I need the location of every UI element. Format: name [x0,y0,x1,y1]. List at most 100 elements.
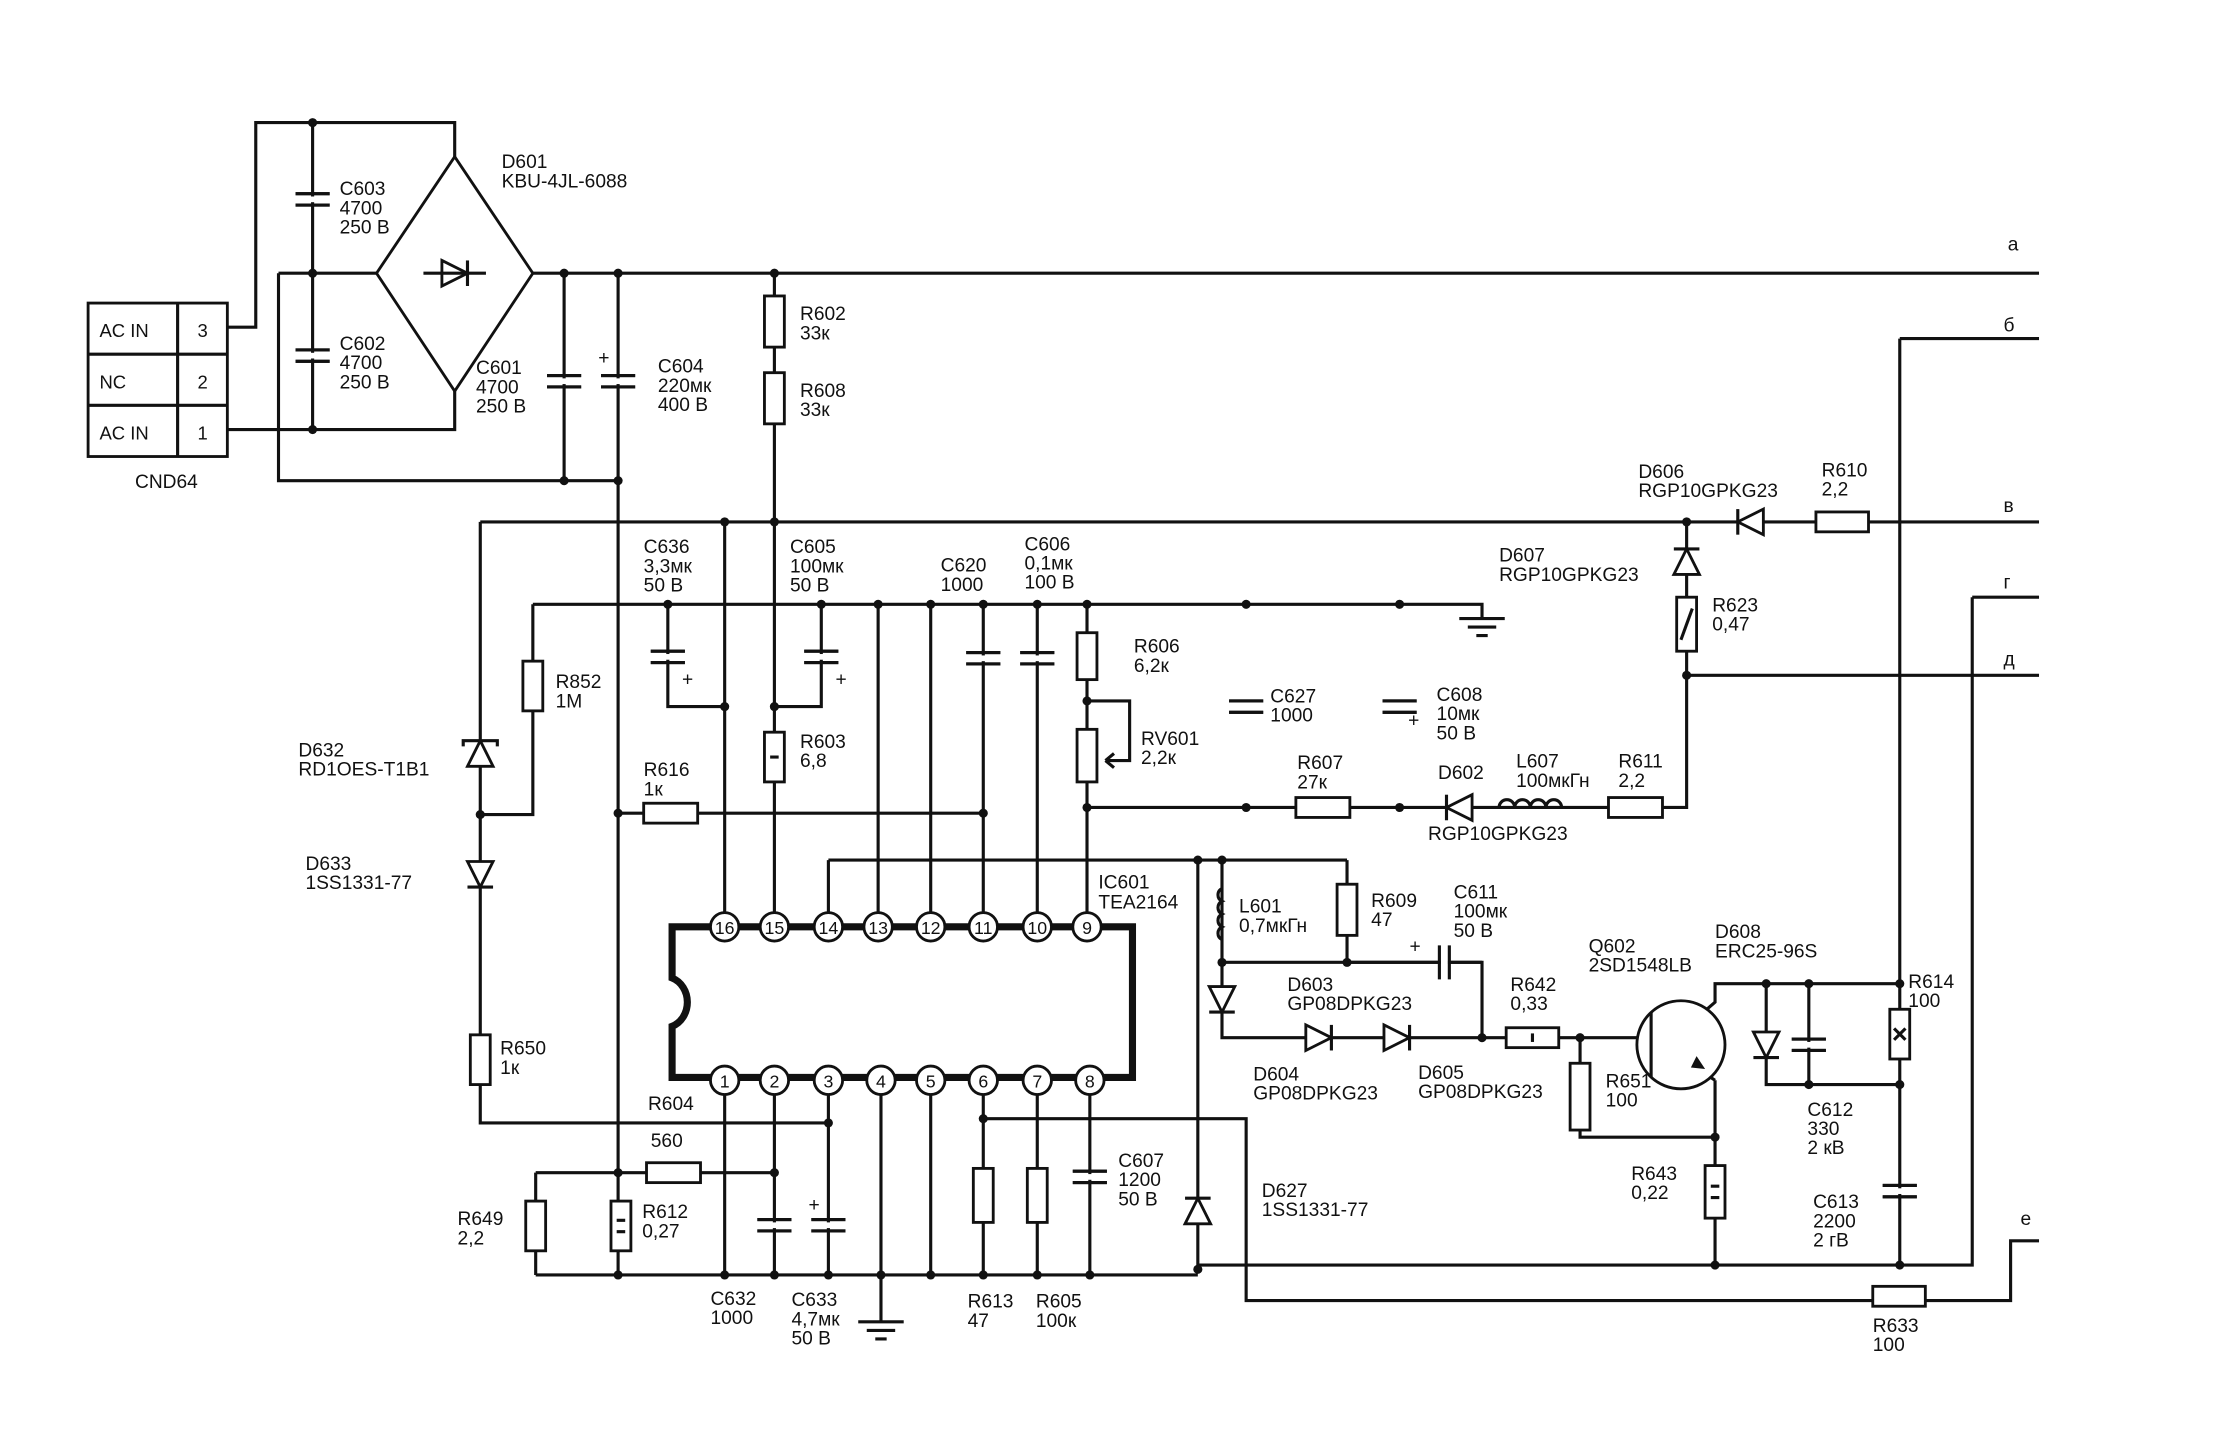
component-ref: D602 [1438,763,1484,784]
junction-dot [720,1270,730,1280]
component-value: GP08DPKG23 [1287,994,1412,1015]
component-ref: C605 [790,537,836,558]
schematic: ++ ++++16 15 14 13 12 11 10 91 2 3 4 5 6 7 8IC601TEA216… [86,118,2040,1356]
component-ref: L607 [1516,752,1559,773]
resistor [1814,510,1870,534]
ic-pin-label: 16 [715,918,735,938]
component-ref: C627 [1270,686,1316,707]
component-value: 6,8 [800,751,827,772]
component-value: 100 [1908,991,1940,1012]
component-ref: L601 [1239,897,1282,918]
junction-dot [613,268,623,278]
net-label-a: а [2008,234,2019,255]
component-value: 0,33 [1510,994,1547,1015]
component-value: 50 В [644,576,683,597]
ic-pin-label: 8 [1085,1071,1095,1091]
junction-dot [1085,1270,1095,1280]
component-value: 2 кВ [1807,1138,1844,1159]
component-value: 2 гВ [1813,1231,1849,1252]
ic-pin-label: 11 [974,918,992,938]
junction-dot [1710,1260,1720,1270]
ic-pin-label: 14 [819,918,839,938]
component-value: 250 В [476,396,526,417]
ic-pin-label: 7 [1032,1071,1042,1091]
junction-dot [1895,979,1905,989]
resistor [1871,1284,1927,1308]
connector-pin-number: 1 [198,422,208,443]
junction-dot [1217,957,1227,967]
junction-dot [1193,1264,1203,1274]
component-ref: C613 [1813,1192,1859,1213]
component-ref: D605 [1418,1063,1464,1084]
plus-sign: + [598,348,609,369]
component-value: 1к [644,779,664,800]
component-value: 3,3мк [644,556,693,577]
component-value: 100 В [1024,573,1074,594]
component-value: 50 В [1118,1189,1157,1210]
junction-dot [978,808,988,818]
resistor [1075,727,1099,784]
resistor [521,659,545,713]
junction-dot [720,517,730,527]
net-label-b: б [2003,315,2014,336]
capacitor-gap [601,378,636,385]
junction-dot [816,599,826,609]
plus-sign: + [836,669,847,690]
component-ref: C601 [476,358,522,379]
labels: ++ ++++16 15 14 13 12 11 10 91 2 3 4 5 6 7 8IC601TEA216… [99,152,2031,1356]
wire [532,602,1484,619]
wire [227,391,457,432]
component-value: 100 [1873,1335,1905,1356]
component-ref: R610 [1822,460,1868,481]
connector-row-label: AC IN [99,422,148,443]
component-value: 4700 [476,377,519,398]
resistor [645,1161,702,1185]
component-ref: C607 [1118,1151,1164,1172]
component-value: 4700 [340,198,383,219]
component-value: 1000 [1270,706,1313,727]
component-ref: R606 [1134,637,1180,658]
component-ref: R852 [556,672,602,693]
junction-dot [1241,599,1251,609]
junction-dot [1804,1080,1814,1090]
component-value: 4,7мк [791,1309,840,1330]
ic-ref: IC601 [1098,872,1149,893]
component-value: GP08DPKG23 [1253,1083,1378,1104]
junction-dot [1395,802,1405,813]
junction-dot [926,599,936,609]
junction-dot [769,268,779,278]
junction-dot [475,810,485,820]
component-value: 47 [1371,910,1392,931]
junction-dot [308,424,318,435]
junction-dot [1575,1033,1585,1043]
component-value: 50 В [791,1329,830,1350]
capacitor-gap [757,1222,792,1229]
junction-dot [1395,599,1405,609]
component-value: 100мк [790,556,844,577]
ic-pin-label: 5 [926,1071,936,1091]
net-label-e: е [2021,1209,2032,1230]
component-ref: R604 [648,1094,694,1115]
component-ref: D606 [1638,462,1684,483]
component-value: RGP10GPKG23 [1638,481,1778,502]
junction-dot [1477,1033,1487,1043]
ground-symbol [1459,616,1505,638]
ic-pin-label: 12 [921,918,941,938]
component-ref: C604 [658,357,704,378]
resistor [1607,796,1664,819]
ic-body [668,923,1137,1082]
junction-dot [613,1168,623,1178]
ic-part: TEA2164 [1098,892,1178,913]
junction-dot [1082,599,1092,609]
component-ref: C611 [1454,882,1498,903]
connector-name: CND64 [135,472,198,493]
component-ref: R608 [800,381,846,402]
component-ref: R651 [1606,1071,1652,1092]
component-ref: C608 [1437,685,1483,706]
ic-pin-label: 15 [765,918,785,938]
component-ref: D604 [1253,1064,1299,1085]
junction-dot [1804,979,1814,989]
component-value: 1000 [941,575,984,596]
junction-dot [769,517,779,527]
ic-pin-label: 10 [1027,918,1047,938]
